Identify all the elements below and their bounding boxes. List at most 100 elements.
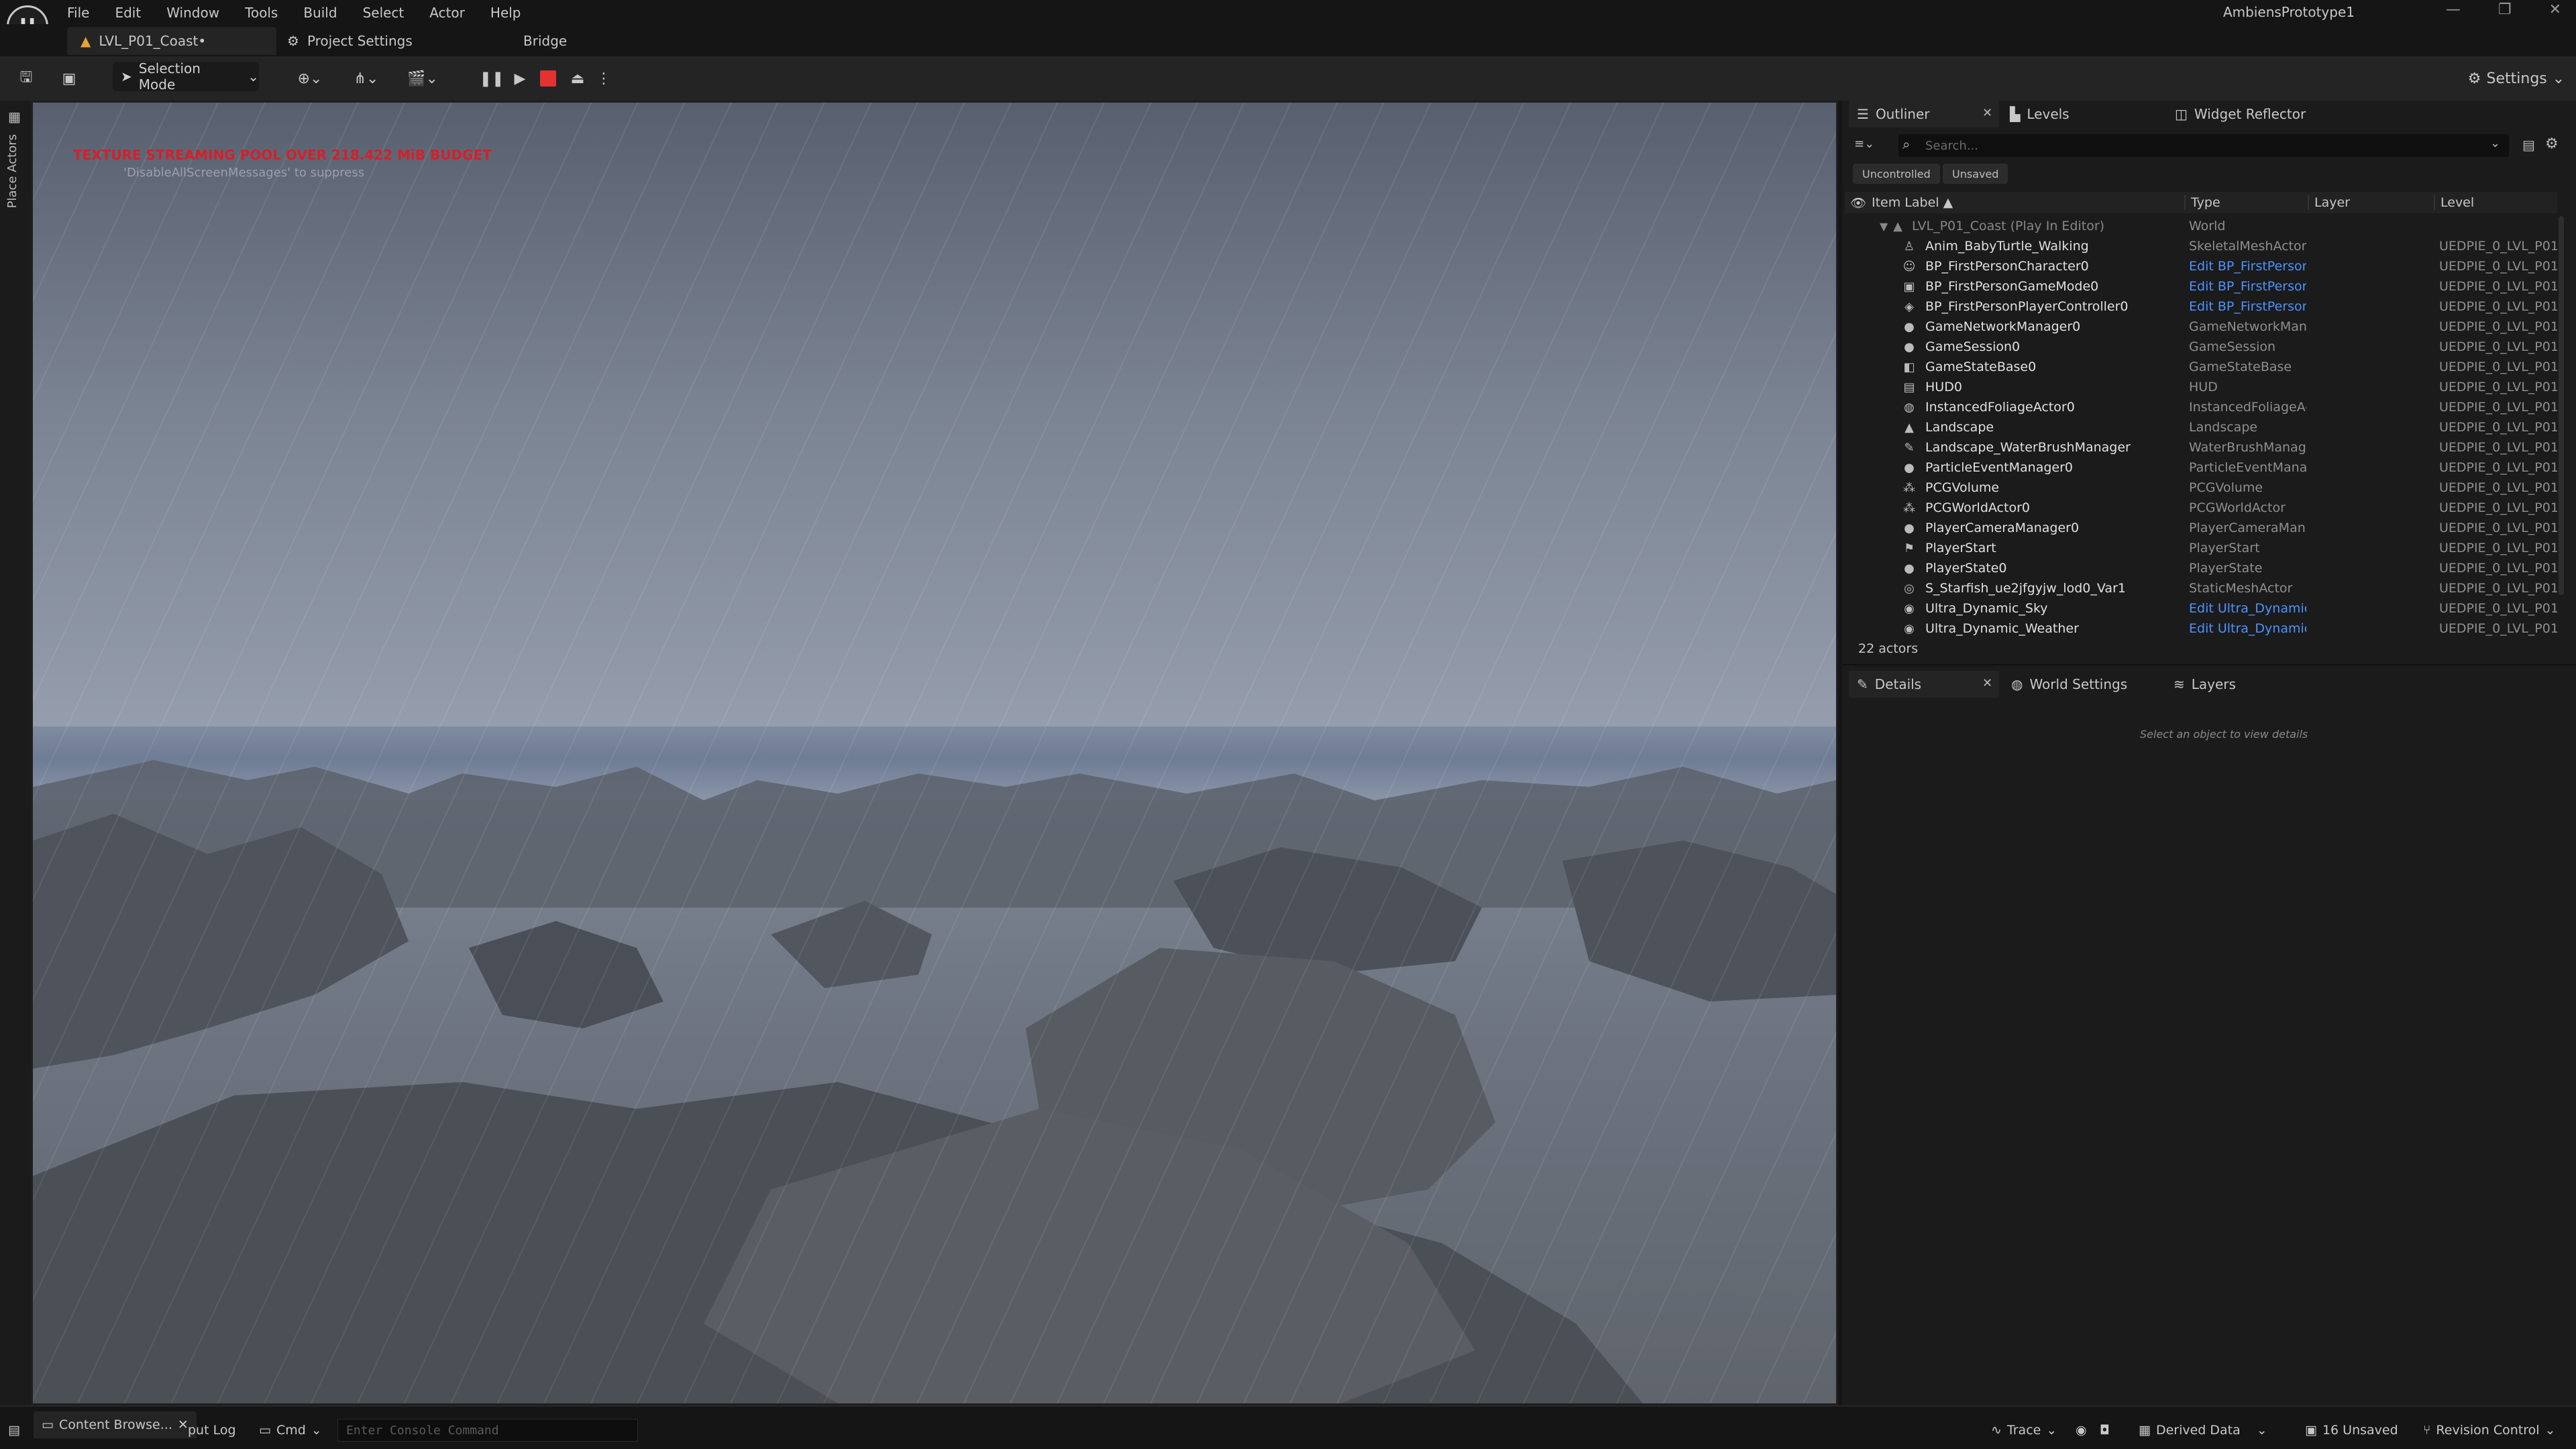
table-row[interactable]: ● GameSession0 GameSession UEDPIE_0_LVL_P01 <box>1845 337 2557 357</box>
outliner-scrollbar[interactable] <box>2559 216 2564 595</box>
tab-details[interactable]: ✎ Details <box>1849 671 1999 698</box>
expand-arrow-icon[interactable]: ▼ <box>1880 220 1888 233</box>
tab-level[interactable]: ▲ LVL_P01_Coast• <box>67 27 276 55</box>
menu-tools[interactable]: Tools <box>245 5 278 21</box>
texture-streaming-warning: TEXTURE STREAMING POOL OVER 218.422 MiB … <box>73 147 492 163</box>
widget-reflector-icon: ◫ <box>2175 106 2188 122</box>
tab-world-settings[interactable]: ◍ World Settings <box>2011 671 2127 698</box>
close-icon[interactable]: ✕ <box>178 1417 189 1432</box>
chip-uncontrolled[interactable]: Uncontrolled <box>1853 164 1940 184</box>
table-row[interactable]: ◎ S_Starfish_ue2jfgyjw_lod0_Var1 StaticMes… <box>1845 578 2557 598</box>
row-label: Landscape_WaterBrushManager <box>1925 440 2131 455</box>
revision-control-icon: ⑂ <box>2423 1423 2431 1438</box>
cmd-dropdown[interactable]: ▭ Cmd ⌄ <box>259 1418 322 1442</box>
close-icon[interactable]: ✕ <box>1982 676 1992 690</box>
table-row[interactable]: ☺ BP_FirstPersonCharacter0 Edit BP_FirstPe… <box>1845 256 2557 276</box>
table-row[interactable]: ◉ Ultra_Dynamic_Sky Edit Ultra_Dynamic UEDP… <box>1845 598 2557 619</box>
unsaved-icon: ▣ <box>2305 1423 2317 1438</box>
row-type-link[interactable]: Edit BP_FirstPerson <box>2189 299 2306 314</box>
close-icon[interactable]: ✕ <box>1982 106 1992 120</box>
outliner-column-header: 👁 Item Label ▲ Type Layer Level <box>1845 192 2557 213</box>
table-row[interactable]: ● GameNetworkManager0 GameNetworkMana UEDPI… <box>1845 317 2557 337</box>
level-viewport[interactable]: TEXTURE STREAMING POOL OVER 218.422 MiB … <box>31 101 1838 1405</box>
console-command-input[interactable]: Enter Console Command <box>337 1419 638 1442</box>
blueprints-icon[interactable]: ⋔⌄ <box>346 64 386 93</box>
table-row[interactable]: ✎ Landscape_WaterBrushManager WaterBrushMa… <box>1845 437 2557 458</box>
table-row[interactable]: ▤ HUD0 HUD UEDPIE_0_LVL_P01 <box>1845 377 2557 397</box>
tab-bridge[interactable]: Bridge <box>523 27 567 55</box>
restore-icon[interactable]: ❐ <box>2498 1 2512 18</box>
trace-button[interactable]: ∿ Trace ⌄ <box>1991 1418 2057 1442</box>
column-type[interactable]: Type <box>2184 195 2220 210</box>
content-browser-tab[interactable]: ▭ Content Browse... ✕ <box>34 1411 197 1438</box>
row-type-link[interactable]: Edit BP_FirstPerson <box>2189 279 2306 294</box>
table-row[interactable]: ● PlayerState0 PlayerState UEDPIE_0_LVL_P01 <box>1845 558 2557 578</box>
stop-icon[interactable] <box>537 64 559 93</box>
camera-icon[interactable]: ◘ <box>2100 1418 2110 1442</box>
cinematics-icon[interactable]: 🎬⌄ <box>402 64 443 93</box>
selection-mode-button[interactable]: ➤ Selection Mode ⌄ <box>113 60 259 93</box>
table-row[interactable]: ♙ Anim_BabyTurtle_Walking SkeletalMeshActo… <box>1845 236 2557 256</box>
chip-unsaved[interactable]: Unsaved <box>1943 164 2008 184</box>
output-log-button[interactable]: put Log <box>188 1418 236 1442</box>
row-type-link[interactable]: Edit BP_FirstPerson <box>2189 259 2306 274</box>
drawer-icon[interactable]: ▤ <box>8 1418 20 1442</box>
eject-icon[interactable]: ⏏ <box>566 64 589 93</box>
tab-layers[interactable]: ≋ Layers <box>2174 671 2236 698</box>
table-row[interactable]: ● PlayerCameraManager0 PlayerCameraMana UED… <box>1845 518 2557 538</box>
menu-select[interactable]: Select <box>363 5 405 21</box>
place-actors-tab[interactable]: Place Actors <box>5 134 19 208</box>
viewport-rain <box>33 103 1836 1403</box>
tab-project-settings[interactable]: ⚙ Project Settings <box>287 27 413 55</box>
table-row[interactable]: ⁂ PCGWorldActor0 PCGWorldActor UEDPIE_0_LVL… <box>1845 498 2557 518</box>
outliner-search-input[interactable]: Search... <box>1898 134 2509 157</box>
tab-levels[interactable]: ▙ Levels <box>2010 101 2070 127</box>
unsaved-button[interactable]: ▣ 16 Unsaved <box>2305 1418 2398 1442</box>
column-item-label[interactable]: Item Label ▲ <box>1872 195 1953 210</box>
table-row[interactable]: ◉ Ultra_Dynamic_Weather Edit Ultra_Dynamic… <box>1845 619 2557 639</box>
revision-control-button[interactable]: ⑂ Revision Control ⌄ <box>2423 1418 2555 1442</box>
row-type: SkeletalMeshActor <box>2189 239 2306 254</box>
row-type: PCGWorldActor <box>2189 500 2286 515</box>
content-browser-icon[interactable]: ▣ <box>58 64 80 93</box>
tab-outliner[interactable]: ☰ Outliner <box>1849 101 1999 127</box>
outliner-settings-icon[interactable]: ⚙ <box>2545 136 2559 152</box>
menu-window[interactable]: Window <box>166 5 219 21</box>
table-row[interactable]: ▣ BP_FirstPersonGameMode0 Edit BP_FirstPer… <box>1845 276 2557 297</box>
row-type-link[interactable]: Edit Ultra_Dynamic <box>2189 621 2306 636</box>
add-actor-icon[interactable]: ⊕⌄ <box>290 64 330 93</box>
table-row-world[interactable]: ▼ ▲ LVL_P01_Coast (Play In Editor) World <box>1845 216 2557 236</box>
visibility-eye-icon[interactable]: 👁 <box>1850 195 1866 211</box>
actor-icon: ● <box>1904 521 1915 535</box>
tab-widget-reflector[interactable]: ◫ Widget Reflector <box>2175 101 2306 127</box>
menu-build[interactable]: Build <box>303 5 337 21</box>
column-layer[interactable]: Layer <box>2308 195 2350 210</box>
close-window-icon[interactable]: ✕ <box>2549 1 2561 18</box>
table-row[interactable]: ⚑ PlayerStart PlayerStart UEDPIE_0_LVL_P01 <box>1845 538 2557 558</box>
menu-help[interactable]: Help <box>490 5 521 21</box>
chevron-down-icon: ⌄ <box>2552 70 2565 87</box>
pause-icon[interactable]: ❚❚ <box>480 64 504 93</box>
table-row[interactable]: ● ParticleEventManager0 ParticleEventManag… <box>1845 458 2557 478</box>
table-row[interactable]: ▲ Landscape Landscape UEDPIE_0_LVL_P01 <box>1845 417 2557 437</box>
settings-button[interactable]: ⚙ Settings ⌄ <box>2466 64 2567 93</box>
column-level[interactable]: Level <box>2434 195 2474 210</box>
save-icon[interactable]: 🖫 <box>15 64 38 93</box>
menu-edit[interactable]: Edit <box>115 5 141 21</box>
menu-actor[interactable]: Actor <box>429 5 465 21</box>
place-actors-icon[interactable]: ▦ <box>8 109 21 125</box>
table-row[interactable]: ◍ InstancedFoliageActor0 InstancedFoliageA… <box>1845 397 2557 417</box>
filter-icon[interactable]: ≡⌄ <box>1854 137 1874 151</box>
record-icon[interactable]: ◉ <box>2076 1418 2087 1442</box>
frame-skip-icon[interactable]: ▶ <box>508 64 531 93</box>
more-options-icon[interactable]: ⋮ <box>596 64 611 93</box>
menu-file[interactable]: File <box>67 5 89 21</box>
table-row[interactable]: ⁂ PCGVolume PCGVolume UEDPIE_0_LVL_P01 <box>1845 478 2557 498</box>
new-folder-icon[interactable]: ▤ <box>2522 137 2535 153</box>
search-dropdown-icon[interactable]: ⌄ <box>2490 136 2500 150</box>
table-row[interactable]: ◧ GameStateBase0 GameStateBase UEDPIE_0_LVL… <box>1845 357 2557 377</box>
table-row[interactable]: ◈ BP_FirstPersonPlayerController0 Edit BP_… <box>1845 297 2557 317</box>
row-type-link[interactable]: Edit Ultra_Dynamic <box>2189 601 2306 616</box>
derived-data-button[interactable]: ▦ Derived Data ⌄ <box>2139 1418 2267 1442</box>
minimize-icon[interactable]: — <box>2446 1 2461 18</box>
